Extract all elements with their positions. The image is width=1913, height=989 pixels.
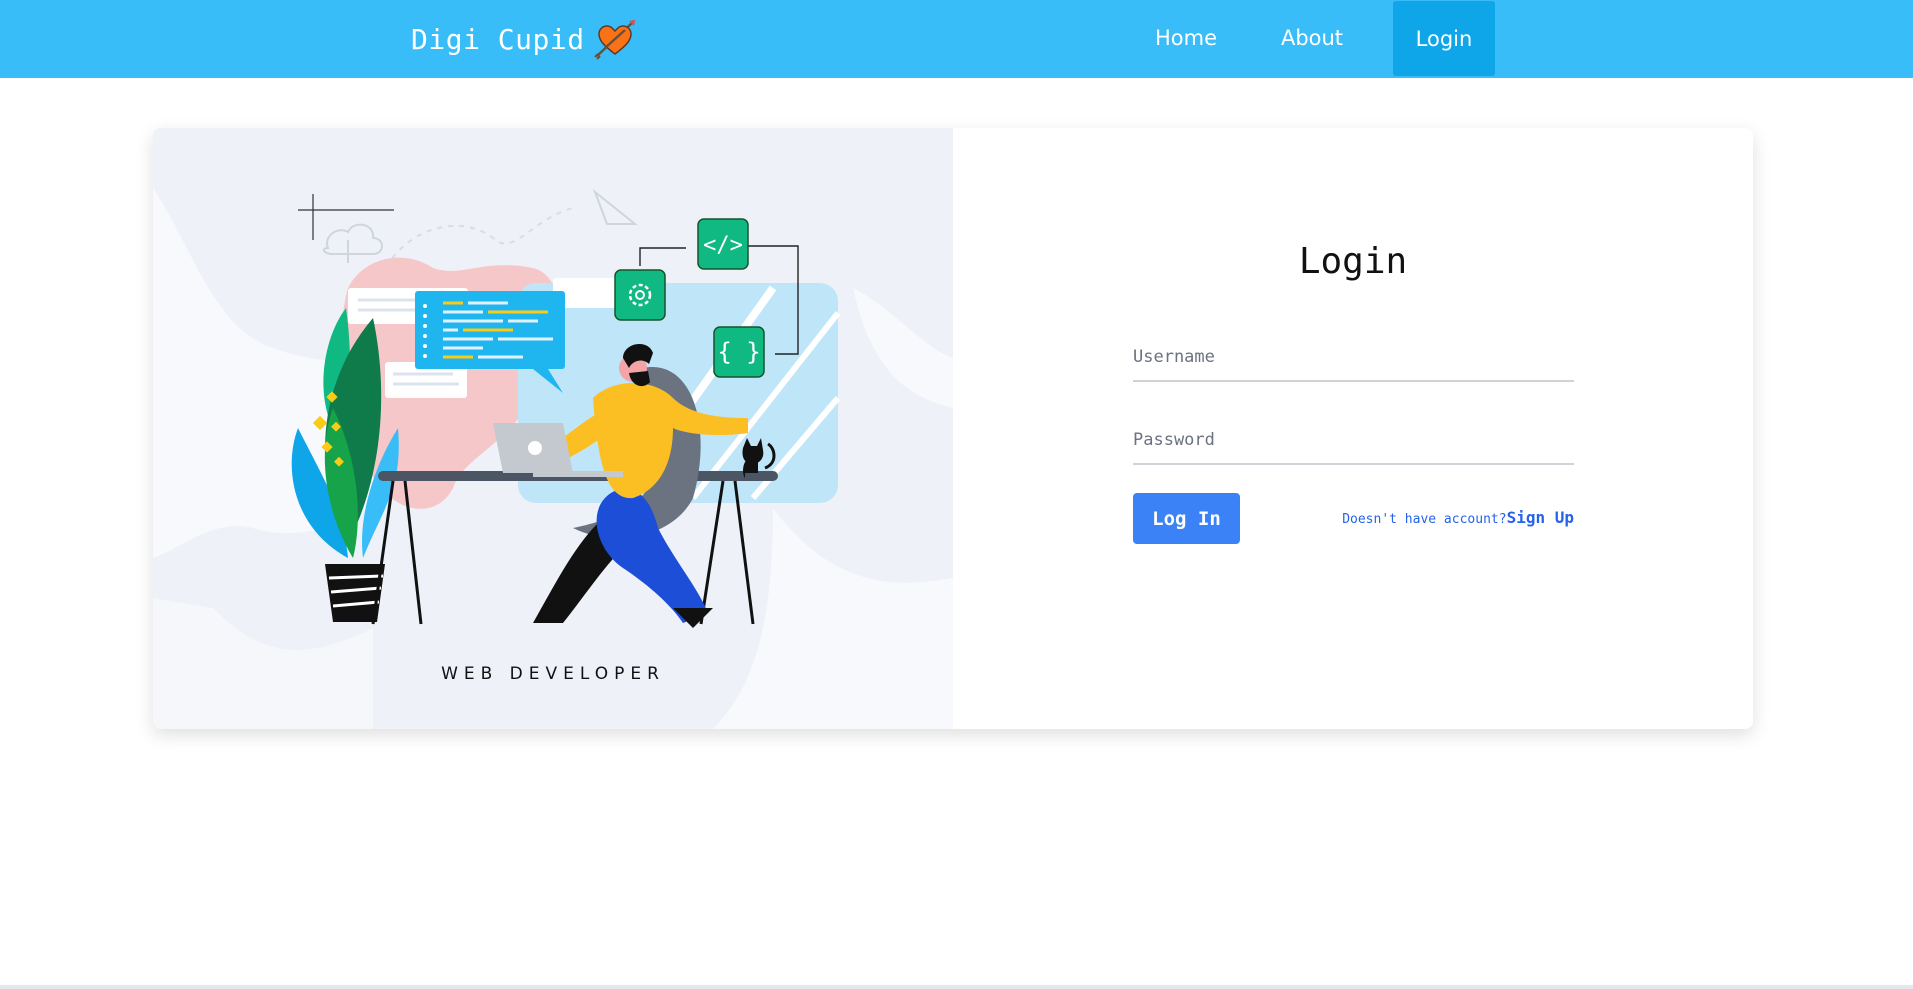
svg-text:</>: </> bbox=[703, 233, 743, 258]
login-button[interactable]: Log In bbox=[1133, 493, 1240, 544]
signup-hint: Doesn't have account? bbox=[1342, 512, 1507, 527]
brand-name: Digi Cupid bbox=[411, 22, 585, 56]
nav-login[interactable]: Login bbox=[1393, 1, 1495, 76]
bottom-divider bbox=[0, 985, 1913, 989]
nav-home[interactable]: Home bbox=[1140, 0, 1232, 76]
signup-link[interactable]: Sign Up bbox=[1507, 508, 1574, 527]
login-form: Login Log In Doesn't have account? Sign … bbox=[953, 128, 1753, 729]
form-title: Login bbox=[1298, 241, 1408, 282]
username-input[interactable] bbox=[1133, 338, 1574, 382]
navbar: Digi Cupid Home About Login bbox=[0, 0, 1913, 78]
brand[interactable]: Digi Cupid bbox=[411, 18, 637, 60]
web-developer-illustration: </> { } bbox=[153, 188, 953, 729]
svg-text:{ }: { } bbox=[717, 338, 760, 366]
heart-arrow-icon bbox=[593, 20, 635, 60]
signup-row: Doesn't have account? Sign Up bbox=[1342, 508, 1574, 527]
nav-about[interactable]: About bbox=[1270, 0, 1354, 76]
password-input[interactable] bbox=[1133, 421, 1574, 465]
login-card: </> { } WEB DEVELOPER Login Username Log… bbox=[153, 128, 1753, 729]
illustration-panel: </> { } WEB DEVELOPER bbox=[153, 128, 953, 729]
illustration-caption: WEB DEVELOPER bbox=[441, 664, 665, 684]
